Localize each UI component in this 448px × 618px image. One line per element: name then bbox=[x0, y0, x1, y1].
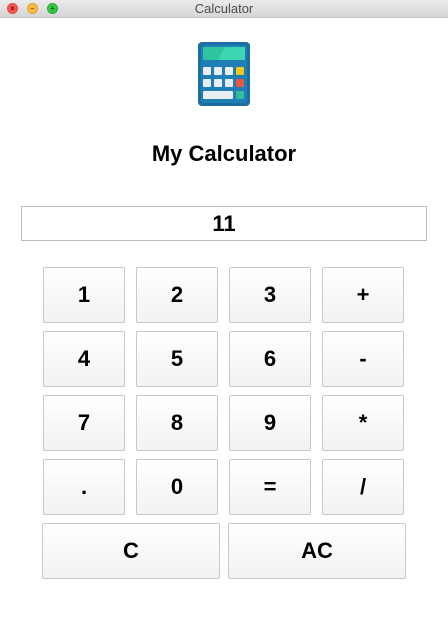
clear-button[interactable]: C bbox=[42, 523, 220, 579]
subtract-button[interactable]: - bbox=[322, 331, 404, 387]
key-5-button[interactable]: 5 bbox=[136, 331, 218, 387]
calculator-icon bbox=[198, 42, 250, 106]
key-6-button[interactable]: 6 bbox=[229, 331, 311, 387]
key-7-button[interactable]: 7 bbox=[43, 395, 125, 451]
key-0-button[interactable]: 0 bbox=[136, 459, 218, 515]
all-clear-button[interactable]: AC bbox=[228, 523, 406, 579]
key-2-button[interactable]: 2 bbox=[136, 267, 218, 323]
result-display: 11 bbox=[21, 206, 427, 241]
key-8-button[interactable]: 8 bbox=[136, 395, 218, 451]
key-4-button[interactable]: 4 bbox=[43, 331, 125, 387]
key-1-button[interactable]: 1 bbox=[43, 267, 125, 323]
title-bar: × – + Calculator bbox=[0, 0, 448, 18]
window-title: Calculator bbox=[194, 1, 254, 16]
divide-button[interactable]: / bbox=[322, 459, 404, 515]
key-9-button[interactable]: 9 bbox=[229, 395, 311, 451]
calculator-window: × – + Calculator My Calculator 11 1 2 3 … bbox=[0, 0, 448, 618]
equals-button[interactable]: = bbox=[229, 459, 311, 515]
add-button[interactable]: + bbox=[322, 267, 404, 323]
decimal-point-button[interactable]: . bbox=[43, 459, 125, 515]
multiply-button[interactable]: * bbox=[322, 395, 404, 451]
key-3-button[interactable]: 3 bbox=[229, 267, 311, 323]
app-heading: My Calculator bbox=[151, 141, 297, 166]
